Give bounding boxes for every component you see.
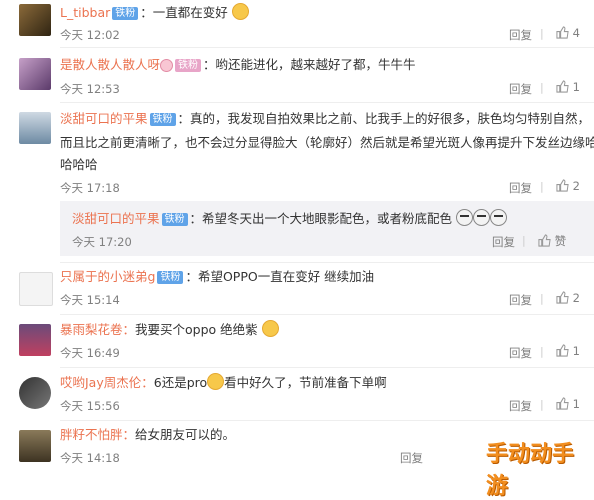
fan-badge: 铁粉: [157, 271, 184, 284]
like-count: 1: [572, 397, 580, 411]
avatar[interactable]: [19, 272, 53, 306]
thumbs-up-icon: [538, 234, 551, 247]
thumbs-up-icon: [556, 344, 569, 357]
divider: [60, 47, 594, 48]
username-link[interactable]: 淡甜可口的平果: [72, 211, 160, 226]
username-link[interactable]: 胖籽不怕胖：: [60, 427, 135, 442]
avatar[interactable]: [19, 4, 51, 36]
crown-emoji-icon: [160, 59, 174, 72]
like-count: 2: [572, 179, 580, 193]
sub-reply-box: 淡甜可口的平果 铁粉 ：希望冬天出一个大地眼影配色，或者粉底配色 今天 17:20 …: [60, 201, 594, 256]
avatar[interactable]: [19, 377, 51, 409]
comment-text: 6还是pro: [153, 375, 208, 390]
timestamp: 今天 12:02: [60, 28, 120, 42]
timestamp: 今天 16:49: [60, 346, 120, 360]
thumbs-up-icon: [556, 80, 569, 93]
reply-button[interactable]: 回复: [509, 180, 532, 196]
crying-face-icon: [473, 209, 491, 226]
comment-text: 哟还能进化，越来越好了都，牛牛牛: [215, 57, 416, 72]
fan-badge: 铁粉: [175, 59, 202, 72]
timestamp: 今天 17:18: [60, 181, 120, 195]
avatar[interactable]: [19, 58, 51, 90]
like-button[interactable]: 1: [556, 344, 580, 358]
like-label: 赞: [554, 234, 567, 248]
username-link[interactable]: L_tibbar: [60, 5, 110, 20]
comment-text: 给女朋友可以的。: [135, 427, 236, 442]
crying-face-icon: [490, 209, 508, 226]
comment-text: 一直都在变好: [152, 5, 228, 20]
comment-text: 希望冬天出一个大地眼影配色，或者粉底配色: [202, 211, 453, 226]
separator: |: [540, 345, 544, 358]
fan-badge: 铁粉: [149, 113, 176, 126]
crying-face-icon: [456, 209, 474, 226]
like-count: 1: [572, 344, 580, 358]
thumbs-up-icon: [556, 291, 569, 304]
comment-text: 希望OPPO一直在变好 继续加油: [197, 269, 375, 284]
reply-button[interactable]: 回复: [509, 27, 532, 43]
comment-text: 我要买个oppo 绝绝紫: [135, 322, 258, 337]
username-link[interactable]: 哎哟Jay周杰伦：: [60, 375, 154, 390]
cat-emoji-icon: [261, 320, 279, 337]
comment-text: 看中好久了，节前准备下单啊: [224, 375, 387, 390]
separator: |: [540, 180, 544, 193]
username-link[interactable]: 暴雨梨花卷：: [60, 322, 135, 337]
divider: [60, 314, 594, 315]
like-button[interactable]: 1: [556, 80, 580, 94]
comment-text-line: 而且比之前更清晰了，也不会过分显得脸大（轮廓好）然后就是希望光斑人像再提升下发丝…: [60, 135, 594, 150]
like-count: 2: [572, 291, 580, 305]
grimace-emoji-icon: [207, 373, 225, 390]
like-count: 1: [572, 80, 580, 94]
reply-button[interactable]: 回复: [509, 292, 532, 308]
username-link[interactable]: 是散人散人散人呀: [60, 57, 160, 72]
timestamp: 今天 17:20: [72, 235, 132, 249]
separator: |: [540, 398, 544, 411]
emoji-icon: [231, 3, 249, 20]
comment-text: 真的，我发现自拍效果比之前、比我手上的好很多，肤色均匀特别自然，: [190, 111, 591, 126]
timestamp: 今天 15:56: [60, 399, 120, 413]
timestamp: 今天 14:18: [60, 451, 120, 465]
separator: |: [540, 292, 544, 305]
divider: [60, 102, 594, 103]
comment-text-line: 哈哈哈: [60, 157, 98, 172]
watermark-logo: 手动动手游: [486, 442, 575, 499]
like-button[interactable]: 赞: [538, 233, 566, 249]
fan-badge: 铁粉: [112, 7, 139, 20]
divider: [60, 262, 594, 263]
reply-button[interactable]: 回复: [509, 345, 532, 361]
thumbs-up-icon: [556, 26, 569, 39]
fan-badge: 铁粉: [161, 213, 188, 226]
divider: [60, 367, 594, 368]
reply-button[interactable]: 回复: [400, 450, 423, 466]
reply-button[interactable]: 回复: [509, 398, 532, 414]
thumbs-up-icon: [556, 397, 569, 410]
avatar[interactable]: [19, 430, 51, 462]
like-button[interactable]: 2: [556, 291, 580, 305]
thumbs-up-icon: [556, 179, 569, 192]
reply-button[interactable]: 回复: [509, 81, 532, 97]
separator: |: [522, 234, 526, 247]
username-link[interactable]: 只属于的小迷弟g: [60, 269, 155, 284]
username-link[interactable]: 淡甜可口的平果: [60, 111, 148, 126]
timestamp: 今天 12:53: [60, 82, 120, 96]
timestamp: 今天 15:14: [60, 293, 120, 307]
like-button[interactable]: 4: [556, 26, 580, 40]
like-button[interactable]: 1: [556, 397, 580, 411]
divider: [60, 420, 594, 421]
avatar[interactable]: [19, 324, 51, 356]
like-button[interactable]: 2: [556, 179, 580, 193]
separator: |: [540, 27, 544, 40]
separator: |: [540, 81, 544, 94]
avatar[interactable]: [19, 112, 51, 144]
like-count: 4: [572, 26, 580, 40]
reply-button[interactable]: 回复: [492, 234, 515, 250]
